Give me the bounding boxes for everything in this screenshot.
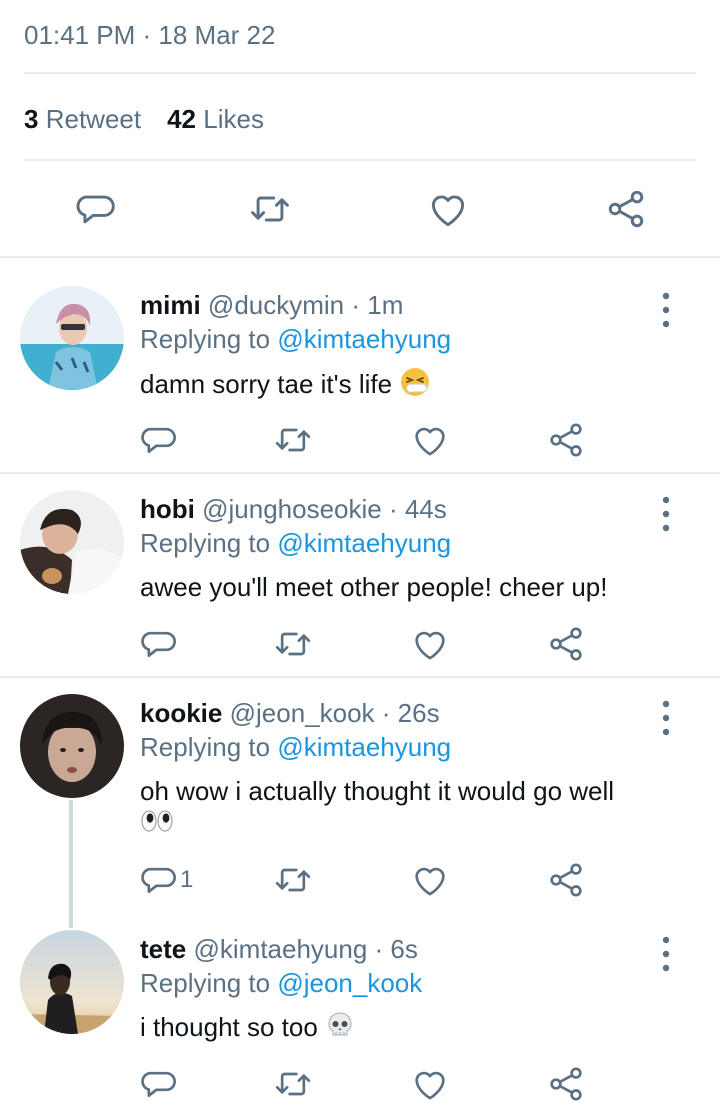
handle-time: @junghoseokie · 44s <box>202 494 447 524</box>
reply-icon[interactable] <box>73 187 117 231</box>
reply-icon[interactable] <box>138 1064 178 1104</box>
share-icon[interactable] <box>604 187 648 231</box>
replying-label: Replying to <box>140 968 271 998</box>
handle-time: @duckymin · 1m <box>207 290 404 320</box>
retweet-icon[interactable] <box>273 1064 313 1104</box>
more-options-icon[interactable] <box>654 934 678 974</box>
tweet-timestamp: 01:41 PM · 18 Mar 22 <box>24 20 276 50</box>
retweet-label[interactable]: Retweet <box>46 104 141 134</box>
display-name[interactable]: kookie <box>140 698 222 728</box>
retweet-icon[interactable] <box>248 187 292 231</box>
mention-link[interactable]: @kimtaehyung <box>277 732 451 762</box>
display-name[interactable]: mimi <box>140 290 201 320</box>
like-icon[interactable] <box>410 860 450 900</box>
more-options-icon[interactable] <box>654 290 678 330</box>
likes-label[interactable]: Likes <box>203 104 264 134</box>
like-icon[interactable] <box>426 187 470 231</box>
replying-to: Replying to @kimtaehyung <box>140 322 451 356</box>
like-icon[interactable] <box>410 624 450 664</box>
avatar[interactable] <box>20 930 124 1034</box>
share-icon[interactable] <box>546 1064 586 1104</box>
reply-header: hobi @junghoseokie · 44s <box>140 492 447 526</box>
avatar[interactable] <box>20 490 124 594</box>
handle-time: @jeon_kook · 26s <box>229 698 440 728</box>
avatar[interactable] <box>20 286 124 390</box>
replying-to: Replying to @jeon_kook <box>140 966 422 1000</box>
handle-time: @kimtaehyung · 6s <box>193 934 418 964</box>
reply-text: oh wow i actually thought it would go we… <box>140 776 615 806</box>
tweet-stats: 3 Retweet 42 Likes <box>24 102 264 136</box>
reply-tweet[interactable]: mimi @duckymin · 1m Replying to @kimtaeh… <box>0 258 720 472</box>
more-options-icon[interactable] <box>654 698 678 738</box>
retweet-count[interactable]: 3 <box>24 104 38 134</box>
replying-label: Replying to <box>140 528 271 558</box>
eyes-emoji <box>140 806 174 841</box>
reply-icon[interactable] <box>138 624 178 664</box>
like-icon[interactable] <box>410 1064 450 1104</box>
share-icon[interactable] <box>546 624 586 664</box>
reply-tweet[interactable]: kookie @jeon_kook · 26s Replying to @kim… <box>0 678 720 928</box>
divider <box>24 159 696 161</box>
reply-text: i thought so too <box>140 1010 355 1048</box>
skull-emoji <box>325 1010 355 1048</box>
sneezing-face-emoji <box>399 366 431 406</box>
reply-header: mimi @duckymin · 1m <box>140 288 403 322</box>
reply-text: damn sorry tae it's life <box>140 366 431 406</box>
divider <box>24 72 696 74</box>
replying-label: Replying to <box>140 732 271 762</box>
display-name[interactable]: tete <box>140 934 186 964</box>
retweet-icon[interactable] <box>273 860 313 900</box>
reply-text-content: i thought so too <box>140 1012 318 1042</box>
retweet-icon[interactable] <box>273 420 313 460</box>
reply-count: 1 <box>180 866 194 893</box>
replying-label: Replying to <box>140 324 271 354</box>
reply-icon[interactable] <box>138 860 178 900</box>
mention-link[interactable]: @kimtaehyung <box>277 324 451 354</box>
like-count[interactable]: 42 <box>167 104 196 134</box>
reply-tweet[interactable]: tete @kimtaehyung · 6s Replying to @jeon… <box>0 914 720 1109</box>
mention-link[interactable]: @jeon_kook <box>277 968 422 998</box>
retweet-icon[interactable] <box>273 624 313 664</box>
replying-to: Replying to @kimtaehyung <box>140 730 451 764</box>
replying-to: Replying to @kimtaehyung <box>140 526 451 560</box>
like-icon[interactable] <box>410 420 450 460</box>
reply-header: kookie @jeon_kook · 26s <box>140 696 440 730</box>
display-name[interactable]: hobi <box>140 494 195 524</box>
reply-icon[interactable] <box>138 420 178 460</box>
reply-text: awee you'll meet other people! cheer up! <box>140 572 608 602</box>
more-options-icon[interactable] <box>654 494 678 534</box>
mention-link[interactable]: @kimtaehyung <box>277 528 451 558</box>
reply-header: tete @kimtaehyung · 6s <box>140 932 418 966</box>
reply-tweet[interactable]: hobi @junghoseokie · 44s Replying to @ki… <box>0 474 720 676</box>
avatar[interactable] <box>20 694 124 798</box>
reply-text-content: damn sorry tae it's life <box>140 368 393 399</box>
share-icon[interactable] <box>546 420 586 460</box>
share-icon[interactable] <box>546 860 586 900</box>
